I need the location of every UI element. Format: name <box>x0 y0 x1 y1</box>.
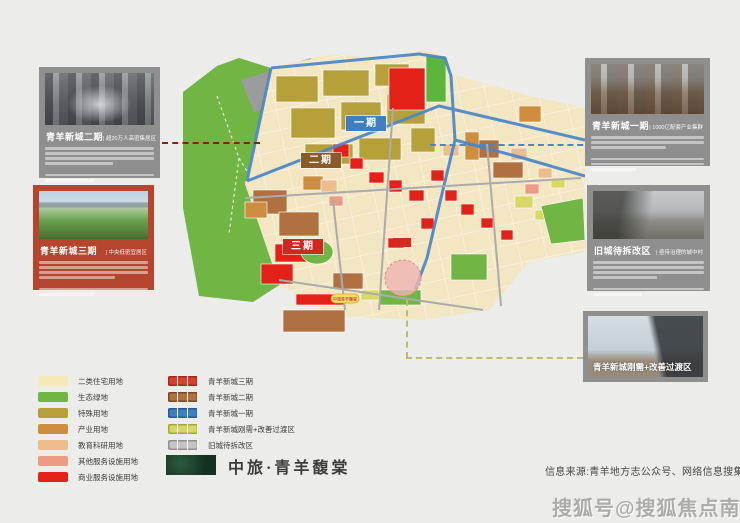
project-marker <box>393 238 411 247</box>
legend-row: 教育科研用地 <box>38 437 138 453</box>
legend-row: 旧城待拆改区 <box>168 437 295 453</box>
legend-row: 青羊新城三期 <box>168 373 295 389</box>
legend-label: 特殊用地 <box>78 408 108 419</box>
legend-swatch <box>38 456 68 466</box>
legend-label: 商业服务设施用地 <box>78 472 138 483</box>
project-highlight-circle <box>385 260 421 296</box>
project-pill: 中旅青羊馥棠 <box>331 294 359 303</box>
leader-transition-horizontal <box>406 357 583 359</box>
legend-swatch <box>168 424 198 434</box>
legend-districts: 青羊新城三期青羊新城二期青羊新城一期青羊新城刚需+改善过渡区旧城待拆改区 <box>168 373 295 453</box>
callout-subtitle: | 1000亿配套产业集群 <box>649 123 703 131</box>
zoning-map-svg: 中旅青羊馥棠 <box>183 48 585 348</box>
callout-oldtown: 旧城待拆改区 | 亟待治理的城中村 <box>587 185 710 291</box>
legend-row: 生态绿地 <box>38 389 138 405</box>
phase3-photo <box>39 191 148 239</box>
callout-bodytext <box>45 147 154 182</box>
legend-swatch <box>38 408 68 418</box>
callout-title: 青羊新城三期 <box>40 244 97 257</box>
legend-row: 特殊用地 <box>38 405 138 421</box>
legend-swatch <box>38 376 68 386</box>
legend-row: 其他服务设施用地 <box>38 453 138 469</box>
legend-swatch <box>38 440 68 450</box>
oldtown-photo <box>593 191 704 239</box>
legend-row: 产业用地 <box>38 421 138 437</box>
callout-title: 青羊新城一期 <box>592 119 649 132</box>
brand-logo-image <box>166 455 216 475</box>
phase2-photo <box>45 73 154 125</box>
callout-title: 青羊新城刚需+改善过渡区 <box>593 361 691 373</box>
legend-swatch <box>168 392 198 402</box>
callout-title: 青羊新城二期 <box>46 130 103 143</box>
brand-name: 中旅·青羊馥棠 <box>228 454 350 478</box>
legend-row: 青羊新城刚需+改善过渡区 <box>168 421 295 437</box>
legend-swatch <box>38 472 68 482</box>
callout-phase1: 青羊新城一期 | 1000亿配套产业集群 <box>585 58 710 166</box>
legend-swatch <box>38 424 68 434</box>
callout-subtitle: | 中央低密宜居区 <box>106 248 147 256</box>
infographic-canvas: 中旅青羊馥棠 一期 二期 三期 青羊新城二期 | 超20万人高密集居区 青羊新城… <box>0 0 740 523</box>
zoning-map: 中旅青羊馥棠 一期 二期 三期 <box>183 48 585 348</box>
legend-label: 教育科研用地 <box>78 440 123 451</box>
source-attribution: 信息来源:青羊地方志公众号、网络信息搜集等 <box>545 463 740 478</box>
svg-text:中旅青羊馥棠: 中旅青羊馥棠 <box>333 296 357 302</box>
phase1-map-label: 一期 <box>346 116 386 131</box>
legend-swatch <box>38 392 68 402</box>
legend-label: 青羊新城三期 <box>208 376 253 387</box>
callout-phase2: 青羊新城二期 | 超20万人高密集居区 <box>39 67 160 178</box>
phase1-photo <box>591 64 704 114</box>
legend-row: 二类住宅用地 <box>38 373 138 389</box>
callout-bodytext <box>591 136 704 171</box>
leader-phase1 <box>430 144 593 146</box>
legend-swatch <box>168 408 198 418</box>
legend-swatch <box>168 440 198 450</box>
legend-land-use: 二类住宅用地生态绿地特殊用地产业用地教育科研用地其他服务设施用地商业服务设施用地 <box>38 373 138 485</box>
legend-label: 二类住宅用地 <box>78 376 123 387</box>
transition-photo: 青羊新城刚需+改善过渡区 <box>588 316 703 377</box>
legend-label: 青羊新城刚需+改善过渡区 <box>208 424 295 435</box>
legend-row: 青羊新城一期 <box>168 405 295 421</box>
legend-swatch <box>168 376 198 386</box>
watermark-text: 搜狐号@搜狐焦点南充站 <box>552 492 740 521</box>
callout-bodytext <box>593 261 704 296</box>
legend-label: 青羊新城一期 <box>208 408 253 419</box>
legend-label: 生态绿地 <box>78 392 108 403</box>
callout-transition: 青羊新城刚需+改善过渡区 <box>583 311 708 382</box>
callout-title: 旧城待拆改区 <box>594 244 651 257</box>
legend-label: 产业用地 <box>78 424 108 435</box>
callout-subtitle: | 亟待治理的城中村 <box>656 248 703 256</box>
legend-row: 青羊新城二期 <box>168 389 295 405</box>
legend-label: 其他服务设施用地 <box>78 456 138 467</box>
phase3-map-label: 三期 <box>283 239 323 254</box>
phase2-map-label: 二期 <box>301 153 341 168</box>
leader-transition-vertical <box>406 300 408 358</box>
callout-bodytext <box>39 261 148 296</box>
callout-subtitle: | 超20万人高密集居区 <box>103 134 156 142</box>
legend-label: 旧城待拆改区 <box>208 440 253 451</box>
callout-phase3: 青羊新城三期 | 中央低密宜居区 <box>33 185 154 290</box>
legend-row: 商业服务设施用地 <box>38 469 138 485</box>
leader-phase2 <box>162 142 260 144</box>
legend-label: 青羊新城二期 <box>208 392 253 403</box>
